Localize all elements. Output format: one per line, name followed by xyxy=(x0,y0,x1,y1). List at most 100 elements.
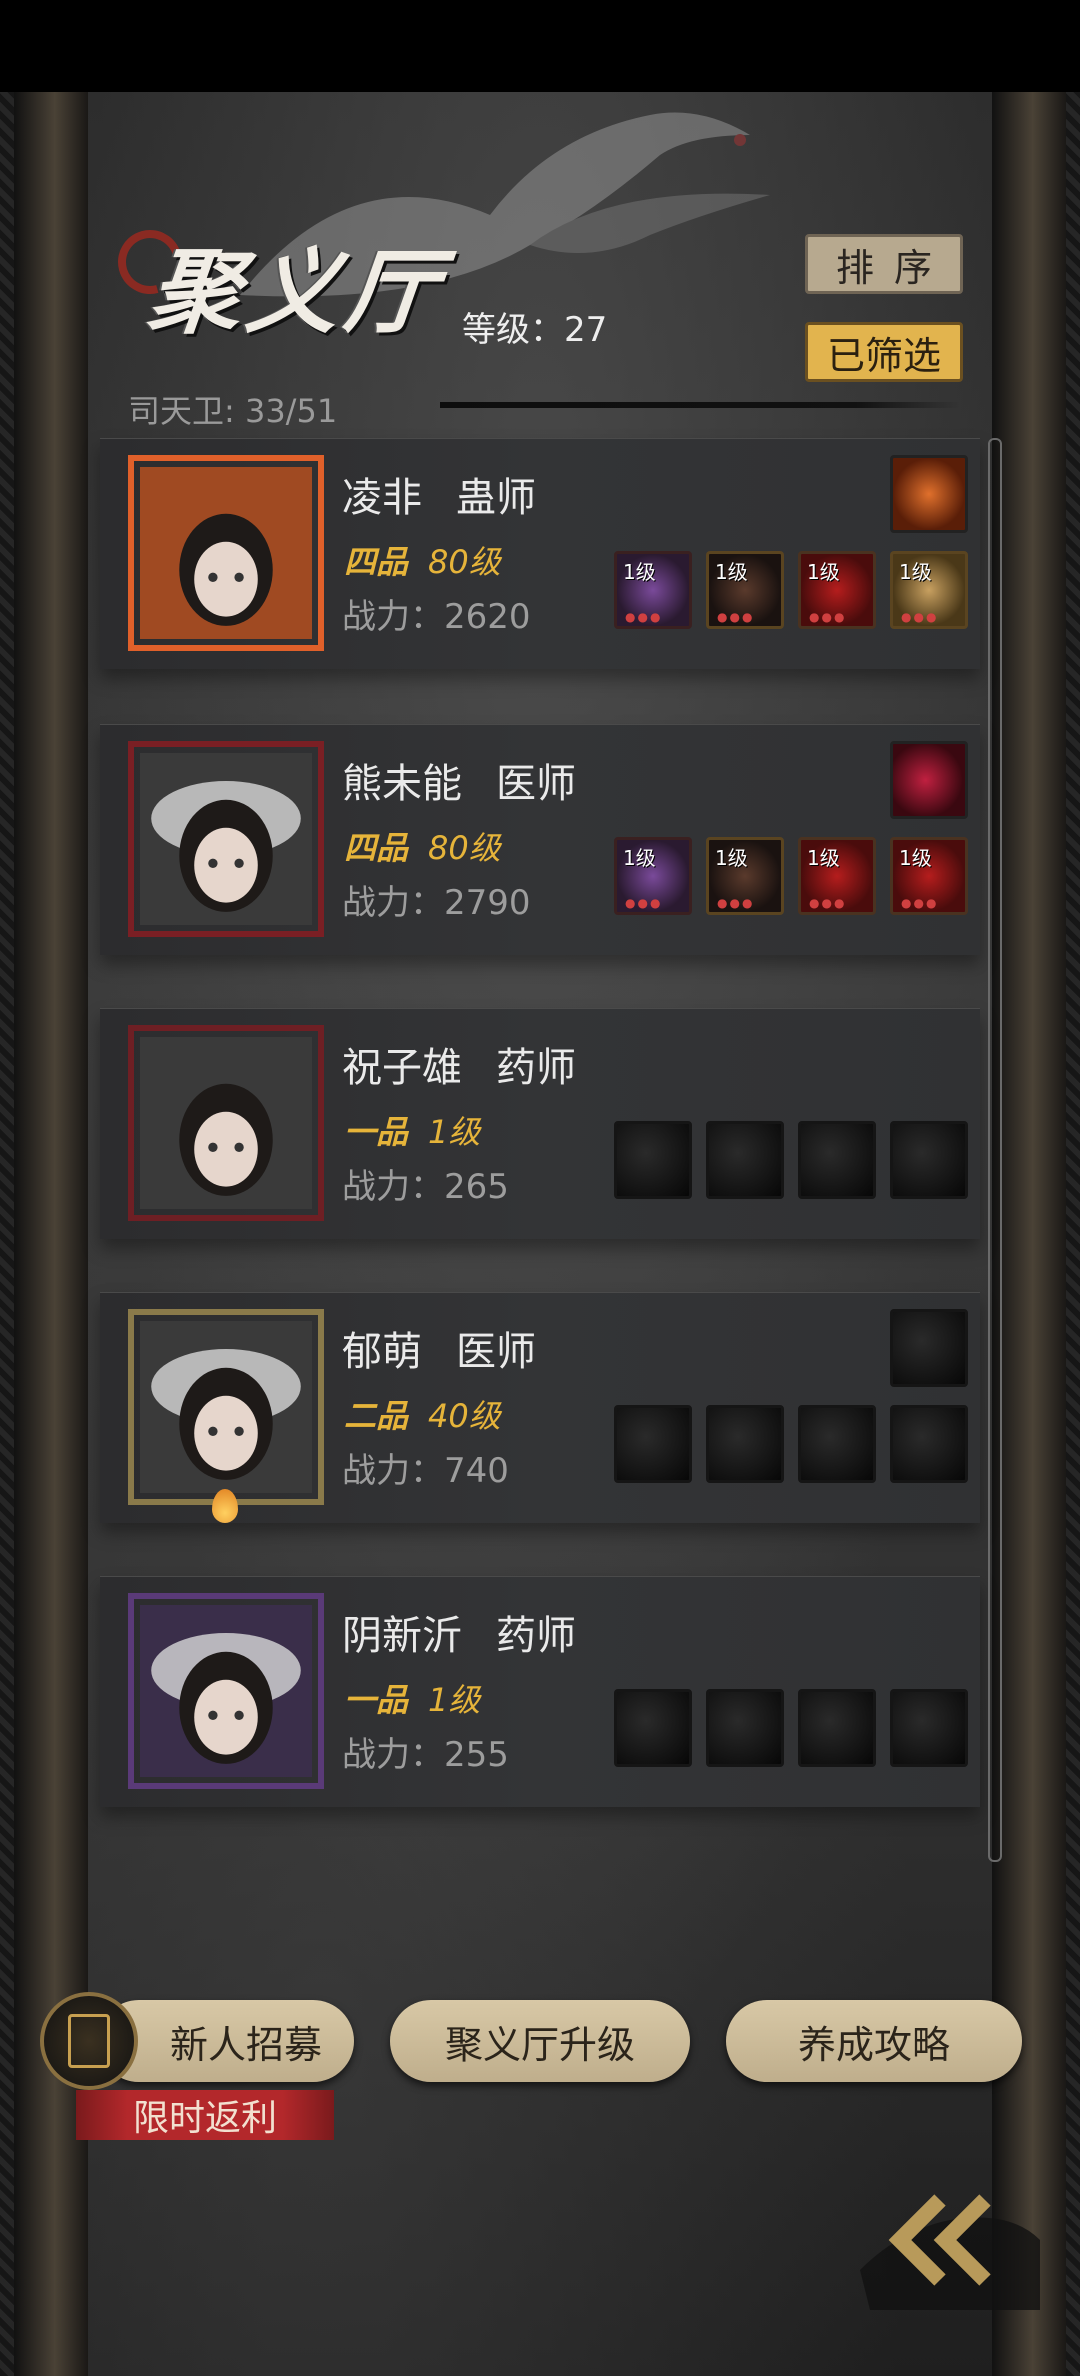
character-level: 1级 xyxy=(428,1681,481,1719)
gem-slot[interactable] xyxy=(890,455,968,533)
character-power: 战力：2620 xyxy=(342,597,531,637)
equipment-slot[interactable]: 1级 ●●● xyxy=(614,551,692,629)
equipment-slot[interactable] xyxy=(798,1121,876,1199)
character-power: 战力：2790 xyxy=(342,883,531,923)
equipment-slot[interactable]: 1级 ●●● xyxy=(798,551,876,629)
character-job: 蛊师 xyxy=(456,475,536,521)
filter-button[interactable]: 已筛选 xyxy=(805,322,963,382)
character-portrait[interactable] xyxy=(128,741,324,937)
equipment-pips-icon: ●●● xyxy=(717,610,755,624)
equipment-slot[interactable] xyxy=(706,1121,784,1199)
guard-count: 司天卫: 33/51 xyxy=(128,392,338,430)
character-level: 1级 xyxy=(428,1113,481,1151)
avatar-icon xyxy=(140,1605,312,1777)
hall-upgrade-button[interactable]: 聚义厅升级 xyxy=(390,2000,690,2082)
character-job: 药师 xyxy=(496,1613,576,1659)
equipment-slot[interactable]: 1级 ●●● xyxy=(890,837,968,915)
gem-slot[interactable] xyxy=(890,1309,968,1387)
character-rank: 四品 xyxy=(344,829,409,867)
equipment-pips-icon: ●●● xyxy=(717,896,755,910)
character-name-line: 凌非 蛊师 xyxy=(342,465,536,523)
character-name: 郁萌 xyxy=(342,1329,422,1375)
recruit-token-icon[interactable] xyxy=(40,1992,138,2090)
equipment-slot[interactable]: 1级 ●●● xyxy=(706,551,784,629)
gem-slot[interactable] xyxy=(890,741,968,819)
equipment-slot[interactable]: 1级 ●●● xyxy=(798,837,876,915)
equipment-slot[interactable] xyxy=(890,1121,968,1199)
character-rank-line: 四品 80级 xyxy=(344,537,501,583)
equipment-level: 1级 xyxy=(807,846,840,870)
sort-button[interactable]: 排序 xyxy=(805,234,963,294)
character-name-line: 郁萌 医师 xyxy=(342,1319,536,1377)
equipment-level: 1级 xyxy=(623,846,656,870)
hall-level: 等级：27 xyxy=(462,310,608,350)
character-rank: 四品 xyxy=(344,543,409,581)
character-name: 熊未能 xyxy=(342,761,462,807)
character-card[interactable]: 熊未能 医师 四品 80级 战力：2790 1级 ●●● 1级 ●●● 1级 ●●● 1级 ●●● xyxy=(100,724,980,955)
equipment-pips-icon: ●●● xyxy=(809,896,847,910)
back-arrow-icon[interactable] xyxy=(860,2160,1040,2310)
page-title: 聚义厅 xyxy=(143,238,449,346)
avatar-icon xyxy=(140,1321,312,1493)
character-rank: 一品 xyxy=(344,1681,409,1719)
equipment-pips-icon: ●●● xyxy=(625,896,663,910)
character-card[interactable]: 阴新沂 药师一品 1级战力：255 xyxy=(100,1576,980,1807)
character-name: 祝子雄 xyxy=(342,1045,462,1091)
limited-rebate-badge[interactable]: 限时返利 xyxy=(76,2090,334,2140)
list-scrollbar[interactable] xyxy=(988,438,1002,1862)
character-portrait[interactable] xyxy=(128,1593,324,1789)
equipment-slot[interactable]: 1级 ●●● xyxy=(890,551,968,629)
left-border xyxy=(0,92,14,2376)
avatar-icon xyxy=(140,467,312,639)
equipment-pips-icon: ●●● xyxy=(625,610,663,624)
character-card[interactable]: 凌非 蛊师 四品 80级 战力：2620 1级 ●●● 1级 ●●● 1级 ●●● 1级 ●●● xyxy=(100,438,980,669)
equipment-slot[interactable]: 1级 ●●● xyxy=(614,837,692,915)
equipment-slot[interactable] xyxy=(706,1689,784,1767)
growth-guide-button[interactable]: 养成攻略 xyxy=(726,2000,1022,2082)
avatar-icon xyxy=(140,753,312,925)
equipment-slot[interactable] xyxy=(706,1405,784,1483)
character-job: 药师 xyxy=(496,1045,576,1091)
character-portrait[interactable] xyxy=(128,1309,324,1505)
flame-badge-icon xyxy=(212,1489,238,1523)
character-level: 80级 xyxy=(428,543,501,581)
character-power: 战力：265 xyxy=(342,1167,509,1207)
header-divider xyxy=(440,402,960,408)
avatar-icon xyxy=(140,1037,312,1209)
equipment-pips-icon: ●●● xyxy=(901,896,939,910)
status-bar xyxy=(0,0,1080,92)
equipment-slot[interactable] xyxy=(798,1405,876,1483)
character-level: 80级 xyxy=(428,829,501,867)
character-level: 40级 xyxy=(428,1397,501,1435)
equipment-slot[interactable] xyxy=(890,1405,968,1483)
equipment-pips-icon: ●●● xyxy=(809,610,847,624)
character-name-line: 阴新沂 药师 xyxy=(342,1603,576,1661)
equipment-slot[interactable] xyxy=(890,1689,968,1767)
character-name-line: 熊未能 医师 xyxy=(342,751,576,809)
equipment-slot[interactable] xyxy=(798,1689,876,1767)
equipment-level: 1级 xyxy=(899,560,932,584)
character-portrait[interactable] xyxy=(128,1025,324,1221)
character-name-line: 祝子雄 药师 xyxy=(342,1035,576,1093)
equipment-slot[interactable] xyxy=(614,1405,692,1483)
character-rank-line: 二品 40级 xyxy=(344,1391,501,1437)
equipment-slot[interactable] xyxy=(614,1121,692,1199)
character-rank-line: 一品 1级 xyxy=(344,1675,480,1721)
character-job: 医师 xyxy=(496,761,576,807)
character-portrait[interactable] xyxy=(128,455,324,651)
character-power: 战力：255 xyxy=(342,1735,509,1775)
equipment-level: 1级 xyxy=(807,560,840,584)
character-job: 医师 xyxy=(456,1329,536,1375)
character-rank-line: 四品 80级 xyxy=(344,823,501,869)
character-name: 凌非 xyxy=(342,475,422,521)
equipment-slot[interactable] xyxy=(614,1689,692,1767)
character-rank-line: 一品 1级 xyxy=(344,1107,480,1153)
equipment-slot[interactable]: 1级 ●●● xyxy=(706,837,784,915)
character-rank: 一品 xyxy=(344,1113,409,1151)
equipment-level: 1级 xyxy=(715,560,748,584)
character-card[interactable]: 郁萌 医师二品 40级战力：740 xyxy=(100,1292,980,1523)
character-card[interactable]: 祝子雄 药师一品 1级战力：265 xyxy=(100,1008,980,1239)
equipment-level: 1级 xyxy=(623,560,656,584)
character-power: 战力：740 xyxy=(342,1451,509,1491)
equipment-level: 1级 xyxy=(899,846,932,870)
